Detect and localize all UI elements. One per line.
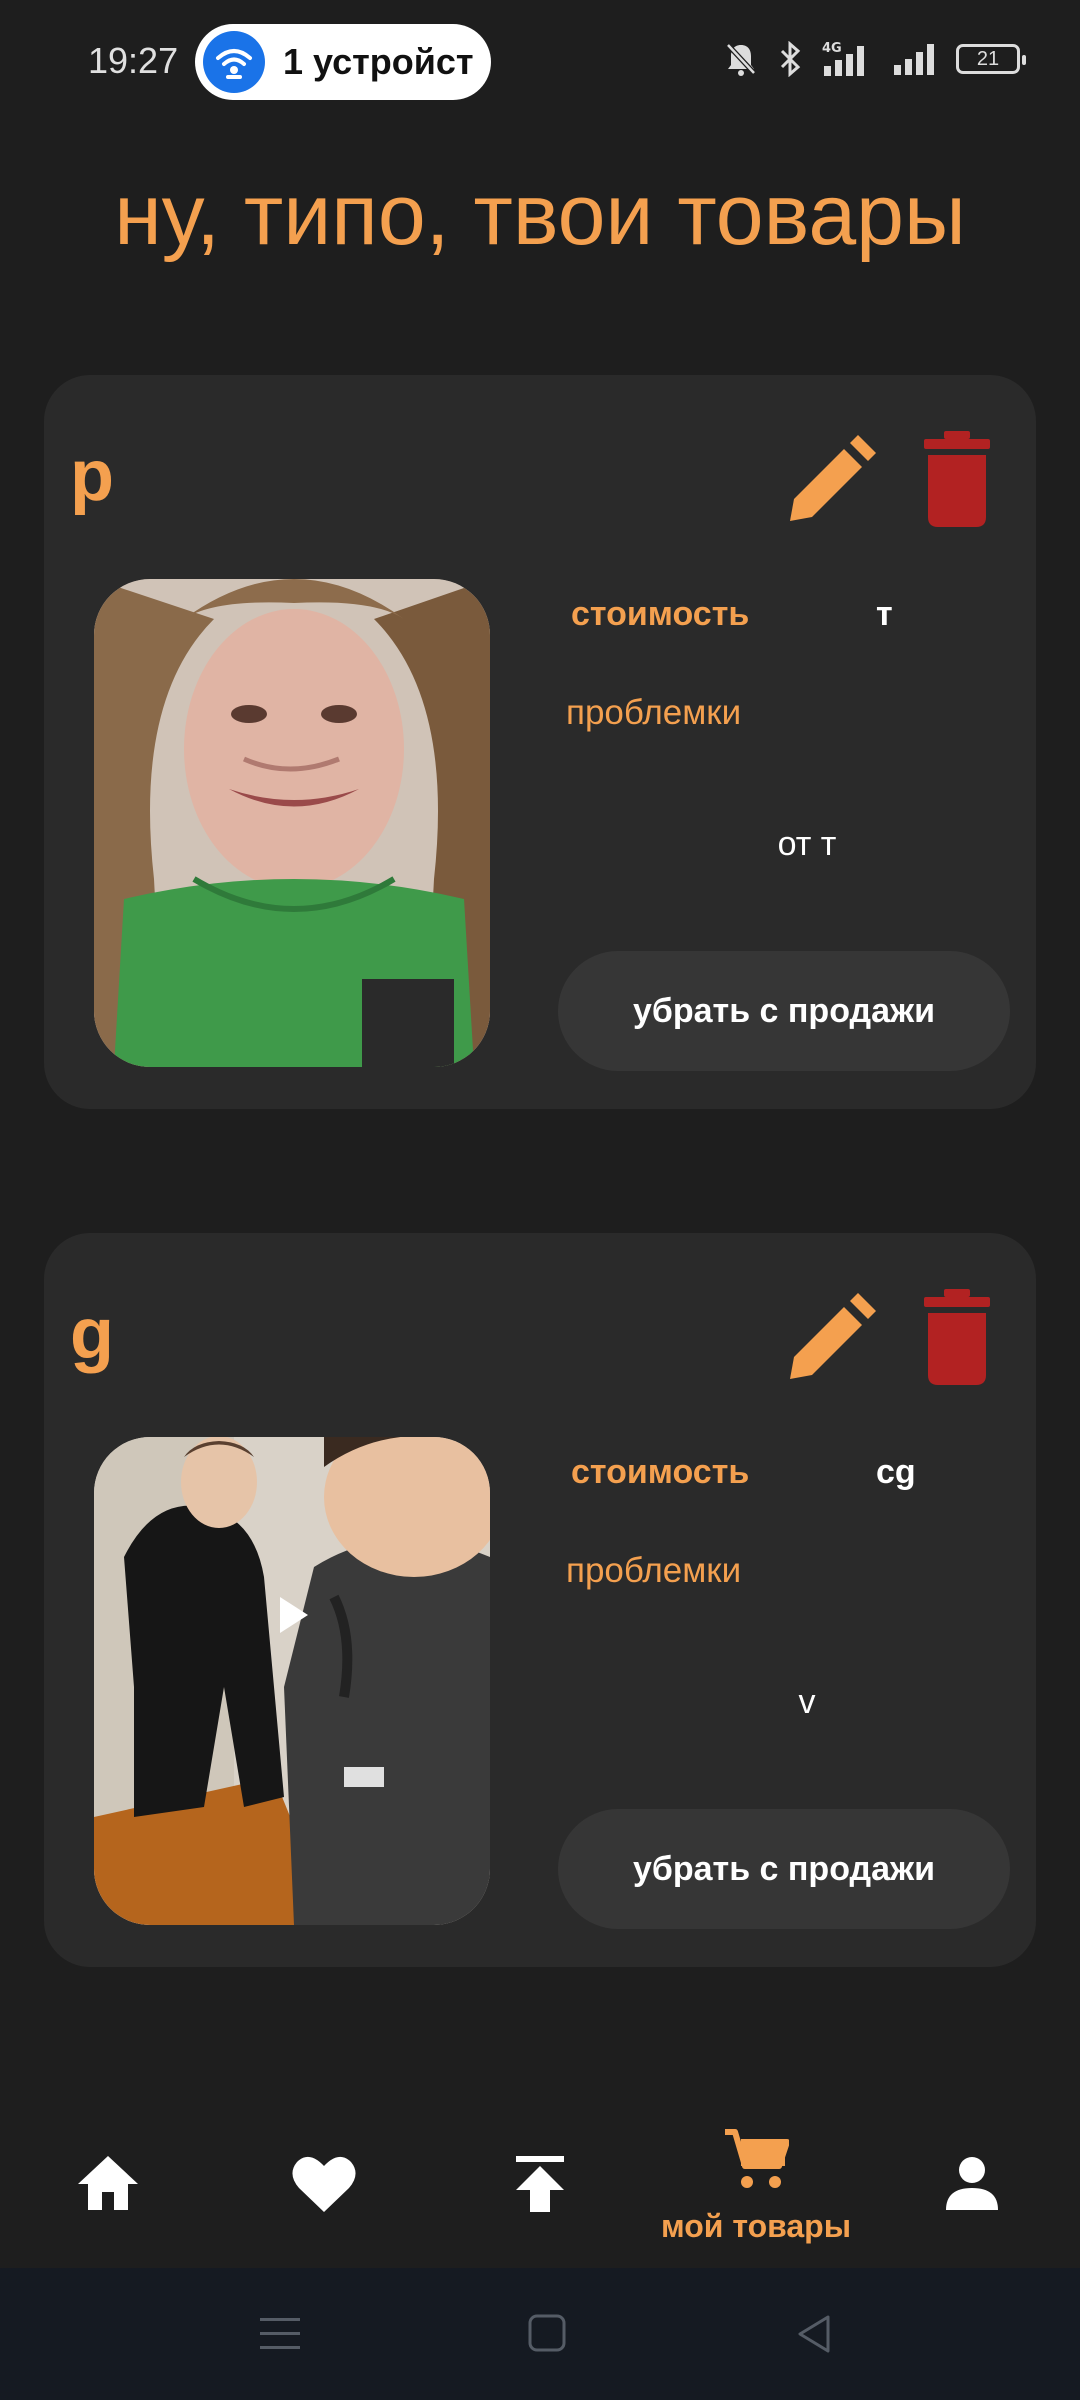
hotspot-text: 1 устройст	[283, 41, 474, 82]
menu-icon[interactable]	[260, 2316, 300, 2352]
nav-profile[interactable]	[922, 2100, 1022, 2268]
problems-value: от т	[777, 825, 837, 863]
delete-button[interactable]	[922, 429, 992, 529]
product-card: р стоимость т проблемки от т убрать с пр…	[44, 375, 1036, 1109]
home-square-icon[interactable]	[528, 2314, 566, 2352]
bluetooth-icon	[780, 41, 801, 77]
problems-label: проблемки	[566, 1551, 742, 1590]
cart-icon	[725, 2129, 789, 2188]
nav-home[interactable]	[58, 2100, 158, 2268]
pencil-icon	[790, 1293, 876, 1379]
delete-button[interactable]	[922, 1287, 992, 1387]
nav-upload[interactable]	[490, 2100, 590, 2268]
product-photo[interactable]	[94, 1437, 490, 1925]
product-name: g	[70, 1294, 114, 1374]
bell-muted-icon	[726, 43, 756, 76]
price-value: cg	[876, 1453, 916, 1491]
nav-favorites[interactable]	[274, 2100, 374, 2268]
page-title: ну, типо, твои товары	[114, 167, 966, 263]
home-icon	[78, 2156, 138, 2210]
status-icons: 4G 21	[724, 40, 1026, 78]
pencil-icon	[790, 435, 876, 521]
edit-button[interactable]	[782, 1291, 878, 1387]
system-nav-bar	[0, 2268, 1080, 2400]
hotspot-pill[interactable]: 1 устройст	[195, 24, 491, 100]
product-card: g стоимость cg проблемки v убрать с прод…	[44, 1233, 1036, 1967]
status-bar: 19:27 1 устройст 4G 21	[0, 0, 1080, 124]
remove-from-sale-button[interactable]: убрать с продажи	[558, 951, 1010, 1071]
price-label: стоимость	[571, 595, 750, 633]
problems-label: проблемки	[566, 693, 742, 732]
price-value: т	[876, 595, 893, 633]
nav-my-products[interactable]: мой товары	[626, 2100, 886, 2268]
trash-icon	[924, 431, 990, 527]
profile-icon	[946, 2157, 998, 2210]
edit-button[interactable]	[782, 433, 878, 529]
remove-from-sale-button[interactable]: убрать с продажи	[558, 1809, 1010, 1929]
upload-icon	[516, 2156, 564, 2212]
trash-icon	[924, 1289, 990, 1385]
product-photo	[94, 579, 490, 1067]
status-time: 19:27	[88, 40, 179, 81]
wifi-hotspot-icon	[203, 31, 265, 93]
signal-4g-icon: 4G	[822, 41, 864, 76]
product-name: р	[70, 436, 114, 516]
nav-label-active: мой товары	[660, 2208, 852, 2244]
bottom-nav: мой товары	[0, 2100, 1080, 2268]
signal-icon	[894, 44, 934, 75]
heart-icon	[292, 2156, 356, 2212]
svg-text:4G: 4G	[822, 41, 842, 56]
back-icon[interactable]	[796, 2314, 832, 2354]
problems-value: v	[798, 1683, 816, 1721]
battery-icon: 21	[956, 44, 1026, 74]
price-label: стоимость	[571, 1453, 750, 1491]
